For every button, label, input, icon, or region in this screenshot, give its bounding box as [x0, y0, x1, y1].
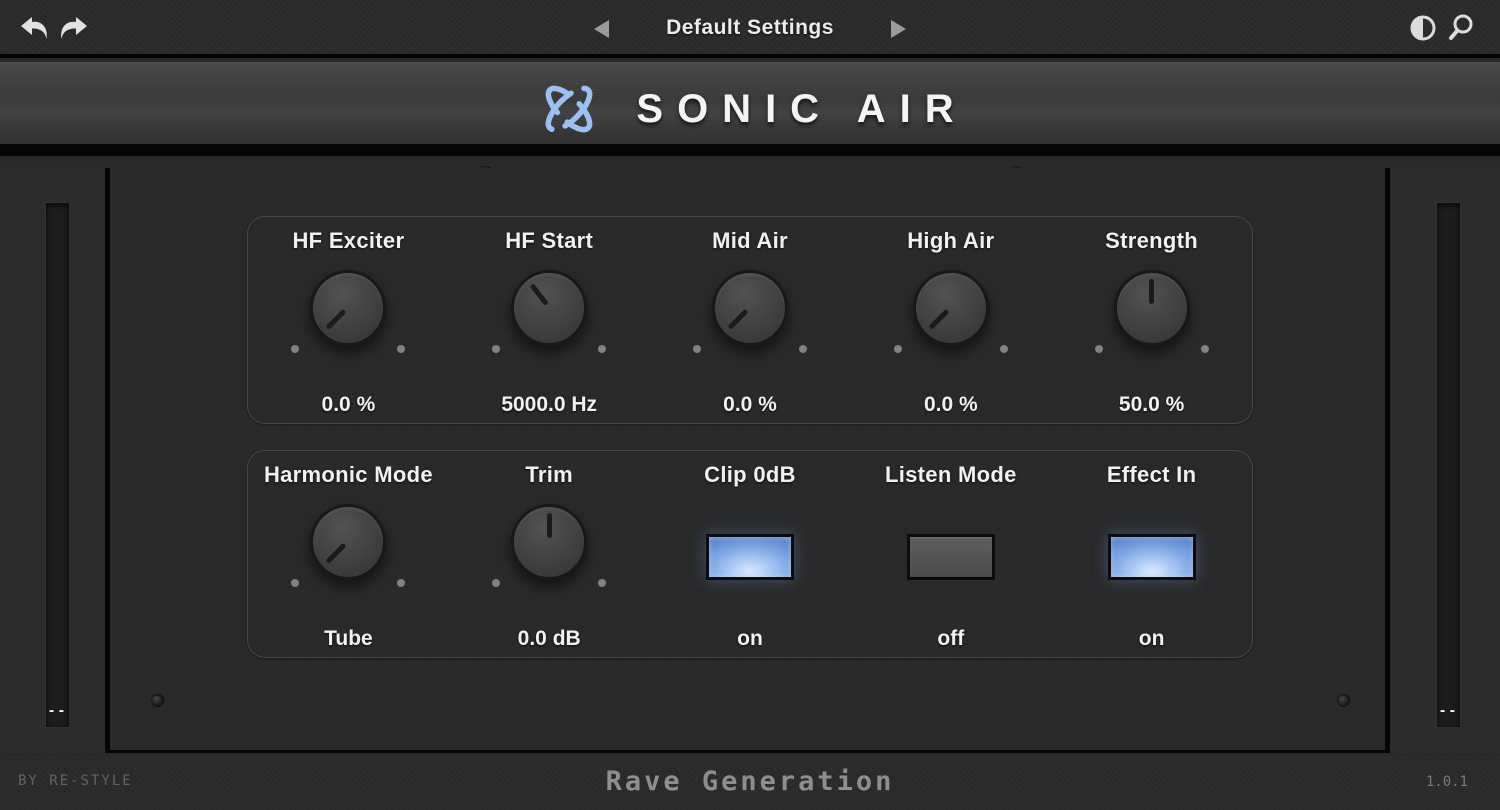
- undo-icon: [16, 11, 52, 47]
- high-air-label: High Air: [850, 228, 1051, 254]
- hf-start-label: HF Start: [449, 228, 650, 254]
- control-effect-in: Effect In on: [1051, 451, 1252, 657]
- knob-pointer: [929, 309, 950, 330]
- listen-mode-button[interactable]: [907, 534, 995, 580]
- control-clip-0db: Clip 0dB on: [650, 451, 851, 657]
- knob-max-dot: [799, 345, 807, 353]
- knob-max-dot: [598, 579, 606, 587]
- knob-pointer: [326, 309, 347, 330]
- control-mid-air: Mid Air 0.0 %: [650, 217, 851, 423]
- knob-min-dot: [693, 345, 701, 353]
- hf-exciter-knob[interactable]: [310, 270, 386, 346]
- knob-pointer: [547, 513, 552, 538]
- control-hf-exciter: HF Exciter 0.0 %: [248, 217, 449, 423]
- redo-button[interactable]: [56, 11, 92, 47]
- preset-name[interactable]: Default Settings: [560, 16, 940, 40]
- knob-min-dot: [291, 579, 299, 587]
- control-harmonic-mode: Harmonic Mode Tube: [248, 451, 449, 657]
- clip-0db-button[interactable]: [706, 534, 794, 580]
- exciter-group: HF Exciter 0.0 % HF Start 5000.0 Hz: [247, 216, 1253, 424]
- high-air-value: 0.0 %: [850, 393, 1051, 417]
- knob-max-dot: [397, 579, 405, 587]
- harmonic-mode-label: Harmonic Mode: [248, 462, 449, 488]
- header-panel: SONIC AIR: [0, 62, 1500, 156]
- right-meter-panel: --: [1385, 168, 1500, 753]
- hf-exciter-value: 0.0 %: [248, 393, 449, 417]
- plugin-window: Default Settings: [0, 0, 1500, 810]
- controls-panel: HF Exciter 0.0 % HF Start 5000.0 Hz: [115, 168, 1385, 753]
- knob-max-dot: [397, 345, 405, 353]
- brand: SONIC AIR: [0, 62, 1500, 156]
- right-meter-readout: --: [1437, 704, 1460, 719]
- sonic-air-logo-icon: [532, 74, 606, 144]
- undo-button[interactable]: [16, 11, 52, 47]
- hf-exciter-label: HF Exciter: [248, 228, 449, 254]
- left-meter-panel: --: [0, 168, 110, 753]
- knob-pointer: [529, 284, 548, 307]
- mode-group: Harmonic Mode Tube Trim 0.0 dB: [247, 450, 1253, 658]
- high-air-knob[interactable]: [913, 270, 989, 346]
- strength-value: 50.0 %: [1051, 393, 1252, 417]
- contrast-toggle-button[interactable]: [1406, 11, 1442, 47]
- knob-max-dot: [598, 345, 606, 353]
- knob-min-dot: [291, 345, 299, 353]
- mid-air-knob[interactable]: [712, 270, 788, 346]
- hf-start-knob[interactable]: [511, 270, 587, 346]
- harmonic-mode-value: Tube: [248, 627, 449, 651]
- left-level-meter: --: [46, 203, 69, 727]
- main-panel: -- HF Exciter 0.0 % HF Start: [0, 168, 1500, 753]
- knob-pointer: [1149, 279, 1154, 304]
- mid-air-value: 0.0 %: [650, 393, 851, 417]
- screw-icon: [151, 694, 164, 707]
- strength-label: Strength: [1051, 228, 1252, 254]
- zoom-button[interactable]: [1444, 11, 1480, 47]
- hf-start-value: 5000.0 Hz: [449, 393, 650, 417]
- listen-mode-label: Listen Mode: [850, 462, 1051, 488]
- right-level-meter: --: [1437, 203, 1460, 727]
- knob-min-dot: [1095, 345, 1103, 353]
- product-name: Rave Generation: [0, 766, 1500, 797]
- top-toolbar: Default Settings: [0, 0, 1500, 58]
- effect-in-label: Effect In: [1051, 462, 1252, 488]
- knob-pointer: [326, 543, 347, 564]
- knob-pointer: [728, 309, 749, 330]
- plugin-title: SONIC AIR: [630, 87, 967, 132]
- version-number: 1.0.1: [1426, 774, 1468, 790]
- trim-knob[interactable]: [511, 504, 587, 580]
- knob-min-dot: [492, 579, 500, 587]
- harmonic-mode-knob[interactable]: [310, 504, 386, 580]
- knob-max-dot: [1000, 345, 1008, 353]
- control-trim: Trim 0.0 dB: [449, 451, 650, 657]
- trim-label: Trim: [449, 462, 650, 488]
- strength-knob[interactable]: [1114, 270, 1190, 346]
- knob-min-dot: [894, 345, 902, 353]
- contrast-icon: [1406, 11, 1442, 45]
- preset-navigator: Default Settings: [560, 0, 940, 58]
- control-listen-mode: Listen Mode off: [850, 451, 1051, 657]
- effect-in-value: on: [1051, 627, 1252, 651]
- screw-icon: [1337, 694, 1350, 707]
- mid-air-label: Mid Air: [650, 228, 851, 254]
- left-meter-readout: --: [46, 704, 69, 719]
- redo-icon: [56, 11, 92, 47]
- control-strength: Strength 50.0 %: [1051, 217, 1252, 423]
- effect-in-button[interactable]: [1108, 534, 1196, 580]
- knob-max-dot: [1201, 345, 1209, 353]
- trim-value: 0.0 dB: [449, 627, 650, 651]
- clip-0db-label: Clip 0dB: [650, 462, 851, 488]
- preset-next-icon[interactable]: [891, 20, 906, 38]
- knob-min-dot: [492, 345, 500, 353]
- footer-bar: BY RE-STYLE Rave Generation 1.0.1: [0, 756, 1500, 810]
- clip-0db-value: on: [650, 627, 851, 651]
- control-high-air: High Air 0.0 %: [850, 217, 1051, 423]
- control-hf-start: HF Start 5000.0 Hz: [449, 217, 650, 423]
- listen-mode-value: off: [850, 627, 1051, 651]
- magnifier-icon: [1444, 11, 1480, 45]
